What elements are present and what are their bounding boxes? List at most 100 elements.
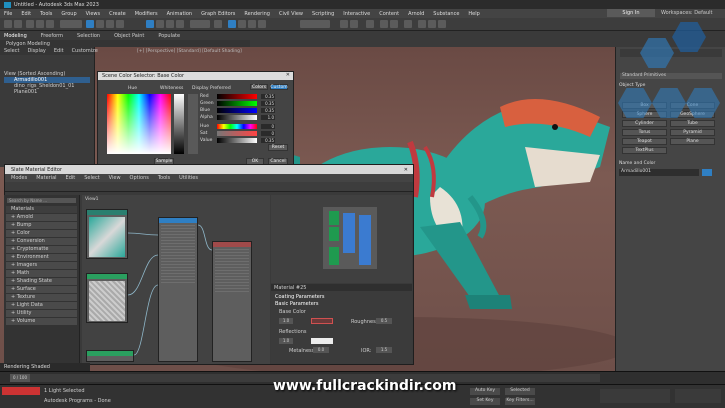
reset-button[interactable]: Reset — [268, 144, 288, 151]
sat-slider[interactable] — [217, 131, 257, 136]
schematic-view-icon[interactable] — [390, 20, 398, 28]
coating-rollout[interactable]: Coating Parameters — [271, 294, 412, 300]
alpha-slider[interactable] — [217, 115, 257, 120]
value-value[interactable]: 0.35 — [261, 138, 275, 143]
browser-section[interactable]: + Shading State — [6, 278, 77, 285]
pivot-icon[interactable] — [214, 20, 222, 28]
value-slider[interactable] — [217, 138, 257, 143]
base-weight-spinner[interactable]: 1.0 — [279, 318, 293, 324]
frame-indicator[interactable]: 0 / 100 — [10, 374, 30, 382]
object-color-swatch[interactable] — [702, 169, 712, 176]
browser-section[interactable]: + Conversion — [6, 238, 77, 245]
scene-tab-select[interactable]: Select — [4, 48, 19, 54]
curve-editor-icon[interactable] — [380, 20, 388, 28]
auto-key-button[interactable]: Auto Key — [470, 388, 500, 395]
browser-section[interactable]: + Light Data — [6, 302, 77, 309]
bind-icon[interactable] — [46, 20, 54, 28]
hue-spectrum[interactable] — [107, 94, 171, 154]
window-crossing-icon[interactable] — [116, 20, 124, 28]
rotate-icon[interactable] — [156, 20, 164, 28]
metalness-spinner[interactable]: 0.0 — [313, 347, 329, 353]
tab-colors[interactable]: Colors — [250, 84, 268, 90]
material-editor-icon[interactable] — [404, 20, 412, 28]
tab-populate[interactable]: Populate — [158, 33, 180, 39]
menu-scripting[interactable]: Scripting — [312, 11, 334, 17]
undo-icon[interactable] — [4, 20, 12, 28]
browser-section[interactable]: + Utility — [6, 310, 77, 317]
basic-rollout[interactable]: Basic Parameters — [271, 301, 412, 307]
menu-tools[interactable]: Tools — [40, 11, 52, 17]
redo-icon[interactable] — [14, 20, 22, 28]
sat-value[interactable]: 0 — [261, 131, 275, 136]
selection-filter-dropdown[interactable] — [60, 20, 82, 28]
whiteness-bar[interactable] — [174, 94, 184, 154]
render-icon[interactable] — [438, 20, 446, 28]
node-view[interactable]: View1 — [82, 195, 270, 364]
unlink-icon[interactable] — [36, 20, 44, 28]
base-color-swatch[interactable] — [311, 318, 333, 324]
menu-select[interactable]: Select — [84, 175, 99, 181]
red-value[interactable]: 0.35 — [261, 94, 275, 99]
tab-freeform[interactable]: Freeform — [41, 33, 63, 39]
menu-modes[interactable]: Modes — [11, 175, 27, 181]
browser-section[interactable]: + Surface — [6, 286, 77, 293]
browser-search-input[interactable]: Search by Name ... — [7, 198, 76, 203]
green-value[interactable]: 0.35 — [261, 101, 275, 106]
refl-weight-spinner[interactable]: 1.0 — [279, 338, 293, 344]
menu-file[interactable]: File — [4, 11, 12, 17]
maxscript-listener[interactable] — [2, 387, 40, 395]
set-key-button[interactable]: Set Key — [470, 398, 500, 405]
menu-edit[interactable]: Edit — [66, 175, 76, 181]
rect-region-icon[interactable] — [106, 20, 114, 28]
tree-item-plane[interactable]: Plane001 — [4, 89, 90, 95]
align-icon[interactable] — [350, 20, 358, 28]
green-slider[interactable] — [217, 101, 257, 106]
browser-section[interactable]: + Bump — [6, 222, 77, 229]
snaps-toggle-icon[interactable] — [228, 20, 236, 28]
browser-section[interactable]: + Imagers — [6, 262, 77, 269]
tab-object-paint[interactable]: Object Paint — [114, 33, 144, 39]
menu-edit[interactable]: Edit — [21, 11, 31, 17]
browser-section[interactable]: + Math — [6, 270, 77, 277]
browser-section[interactable]: + Cryptomatte — [6, 246, 77, 253]
placement-icon[interactable] — [176, 20, 184, 28]
percent-snap-icon[interactable] — [248, 20, 256, 28]
viewport-nav-controls[interactable] — [675, 389, 721, 403]
scene-tab-customize[interactable]: Customize — [72, 48, 98, 54]
browser-section[interactable]: + Texture — [6, 294, 77, 301]
object-name-input[interactable]: Armadillo001 — [619, 169, 699, 176]
browser-section[interactable]: + Arnold — [6, 214, 77, 221]
tab-modeling[interactable]: Modeling — [4, 33, 27, 39]
tab-custom[interactable]: Custom — [270, 84, 288, 90]
blue-value[interactable]: 0.35 — [261, 108, 275, 113]
material-preview-area[interactable] — [271, 195, 412, 283]
key-filters-button[interactable]: Key Filters... — [505, 398, 535, 405]
pyramid-button[interactable]: Pyramid — [670, 129, 715, 136]
ior-spinner[interactable]: 1.5 — [376, 347, 392, 353]
roughness-spinner[interactable]: 0.5 — [376, 318, 392, 324]
scene-tab-display[interactable]: Display — [27, 48, 45, 54]
link-icon[interactable] — [26, 20, 34, 28]
browser-section[interactable]: Materials — [6, 206, 77, 213]
menu-help[interactable]: Help — [468, 11, 479, 17]
menu-material[interactable]: Material — [36, 175, 56, 181]
selected-dropdown[interactable]: Selected — [505, 388, 535, 395]
menu-arnold[interactable]: Arnold — [408, 11, 424, 17]
named-selection-dropdown[interactable] — [300, 20, 330, 28]
menu-interactive[interactable]: Interactive — [343, 11, 370, 17]
tube-button[interactable]: Tube — [670, 120, 715, 127]
reflection-color-swatch[interactable] — [311, 338, 333, 344]
browser-section[interactable]: + Volume — [6, 318, 77, 325]
menu-animation[interactable]: Animation — [167, 11, 193, 17]
menu-options[interactable]: Options — [130, 175, 149, 181]
menu-view[interactable]: View — [109, 175, 121, 181]
move-icon[interactable] — [146, 20, 154, 28]
plane-button[interactable]: Plane — [670, 138, 715, 145]
menu-graph-editors[interactable]: Graph Editors — [201, 11, 235, 17]
scene-tab-edit[interactable]: Edit — [54, 48, 64, 54]
layer-explorer-icon[interactable] — [366, 20, 374, 28]
close-icon[interactable]: ✕ — [404, 167, 408, 173]
menu-civil-view[interactable]: Civil View — [279, 11, 303, 17]
menu-content[interactable]: Content — [379, 11, 399, 17]
blue-slider[interactable] — [217, 108, 257, 113]
